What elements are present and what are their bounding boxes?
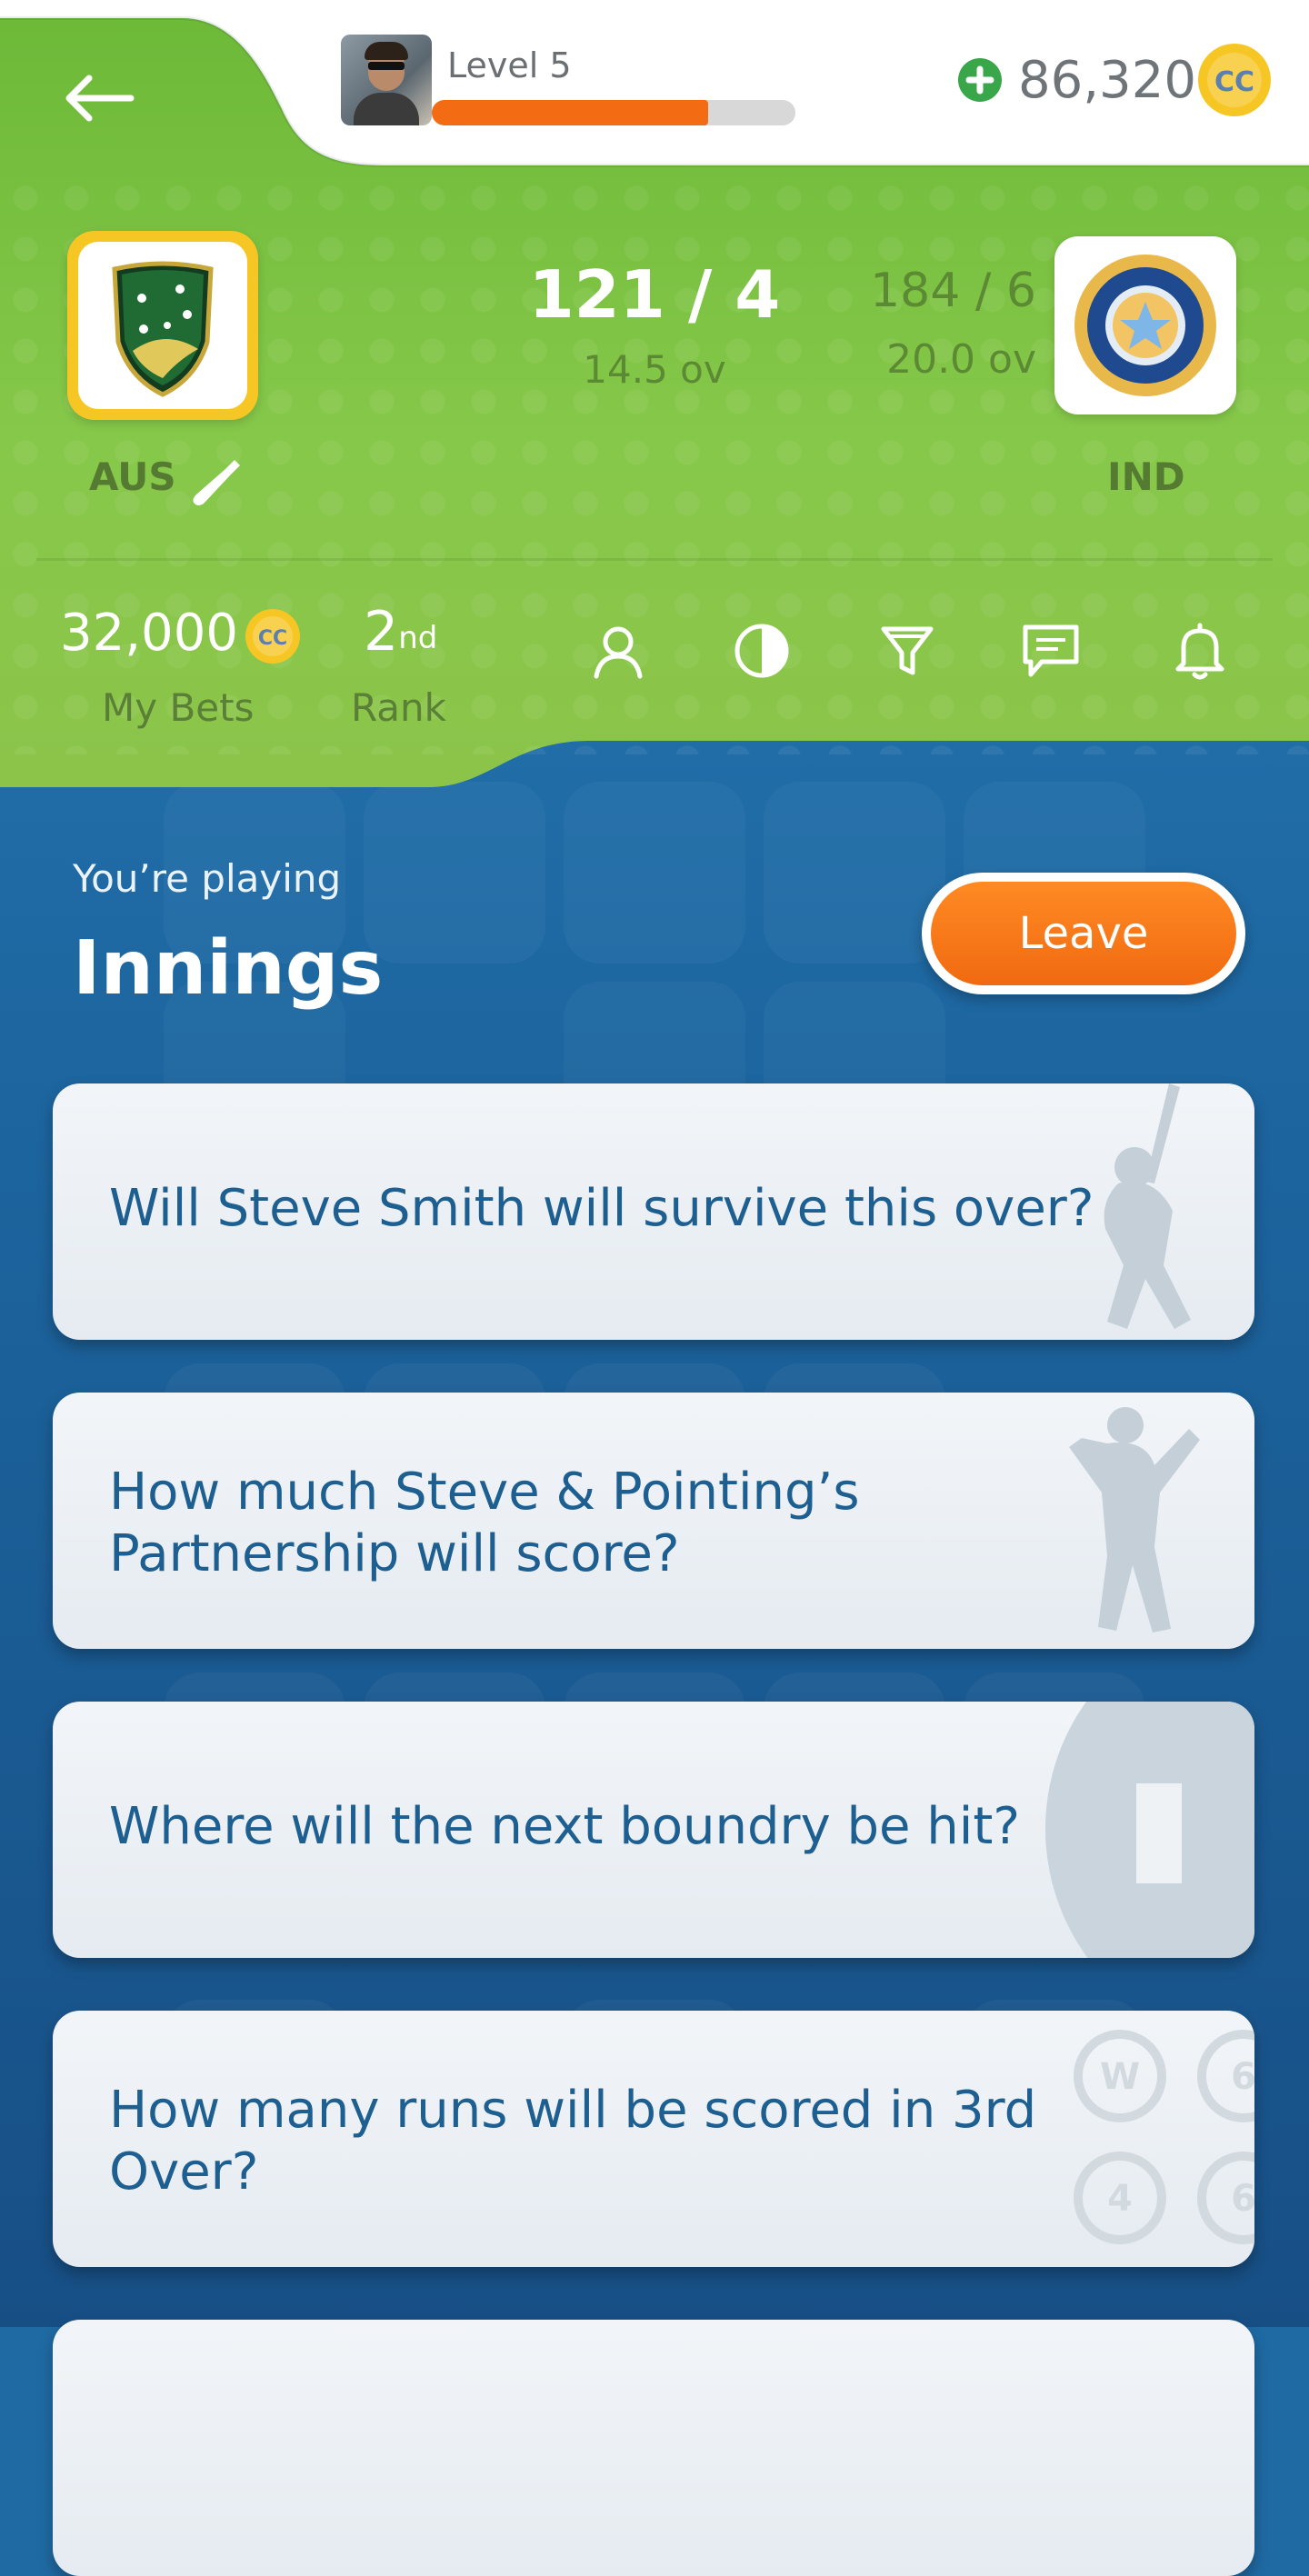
team-a-code: AUS	[89, 454, 176, 499]
leave-button-label: Leave	[931, 882, 1236, 985]
my-bets-value: 32,000	[60, 604, 238, 663]
rank-number: 2	[364, 600, 399, 664]
rank-label: Rank	[351, 685, 446, 730]
team-a-score: 121 / 4	[528, 256, 781, 333]
question-card-partial[interactable]	[53, 2320, 1254, 2576]
coin-icon: CC	[1198, 44, 1271, 116]
chip-label: 4	[1107, 2178, 1133, 2220]
india-emblem-icon	[1074, 255, 1216, 396]
question-text: How many runs will be scored in 3rd Over…	[109, 2081, 1037, 2202]
contrast-icon[interactable]	[733, 622, 791, 680]
team-a-logo[interactable]	[67, 231, 258, 420]
team-b-overs: 20.0 ov	[886, 336, 1036, 383]
my-bets-label: My Bets	[102, 685, 255, 730]
batting-bat-icon	[193, 460, 240, 505]
header-divider	[36, 558, 1273, 561]
chip-label: W	[1100, 2056, 1140, 2098]
rank-value: 2nd	[364, 600, 437, 664]
team-b-code: IND	[1107, 454, 1185, 499]
batsman-silhouette-icon	[1104, 1083, 1191, 1329]
chip-label: 6	[1231, 2056, 1254, 2098]
australia-shield-icon	[112, 261, 214, 397]
question-card[interactable]: How much Steve & Pointing’s Partnership …	[53, 1393, 1254, 1649]
chat-icon[interactable]	[1022, 622, 1080, 680]
rank-suffix: nd	[398, 620, 438, 656]
bowler-silhouette-icon	[1069, 1407, 1200, 1632]
team-b-score: 184 / 6	[870, 264, 1036, 318]
question-card[interactable]: Will Steve Smith will survive this over?	[53, 1083, 1254, 1340]
question-card[interactable]: How many runs will be scored in 3rd Over…	[53, 2011, 1254, 2267]
user-avatar[interactable]	[341, 35, 432, 125]
team-a-overs: 14.5 ov	[583, 347, 726, 392]
team-b-logo[interactable]	[1054, 236, 1236, 414]
bets-coin-icon: CC	[245, 609, 300, 664]
run-chips-icon: W 6 4 6	[1074, 2030, 1254, 2244]
question-card[interactable]: Where will the next boundry be hit?	[53, 1702, 1254, 1958]
question-text: Where will the next boundry be hit?	[109, 1797, 1021, 1856]
playing-label: You’re playing	[73, 856, 342, 901]
coin-symbol: CC	[1214, 66, 1254, 98]
bets-coin-symbol: CC	[258, 627, 287, 650]
xp-progress-fill	[432, 100, 708, 125]
leave-button[interactable]: Leave	[922, 873, 1245, 994]
xp-progress-bar	[432, 100, 795, 125]
filter-icon[interactable]	[878, 622, 936, 680]
game-mode-title: Innings	[73, 925, 384, 1012]
add-coins-icon[interactable]	[958, 58, 1002, 102]
chip-label: 6	[1231, 2178, 1254, 2220]
coin-balance: 86,320	[1018, 51, 1196, 110]
level-label: Level 5	[447, 45, 572, 85]
profile-icon[interactable]	[589, 622, 647, 680]
question-text: How much Steve & Pointing’s Partnership …	[109, 1463, 860, 1583]
cricket-field-icon	[1045, 1702, 1254, 1958]
bell-icon[interactable]	[1171, 622, 1229, 680]
question-text: Will Steve Smith will survive this over?	[109, 1179, 1094, 1238]
back-arrow-icon[interactable]	[64, 73, 136, 124]
